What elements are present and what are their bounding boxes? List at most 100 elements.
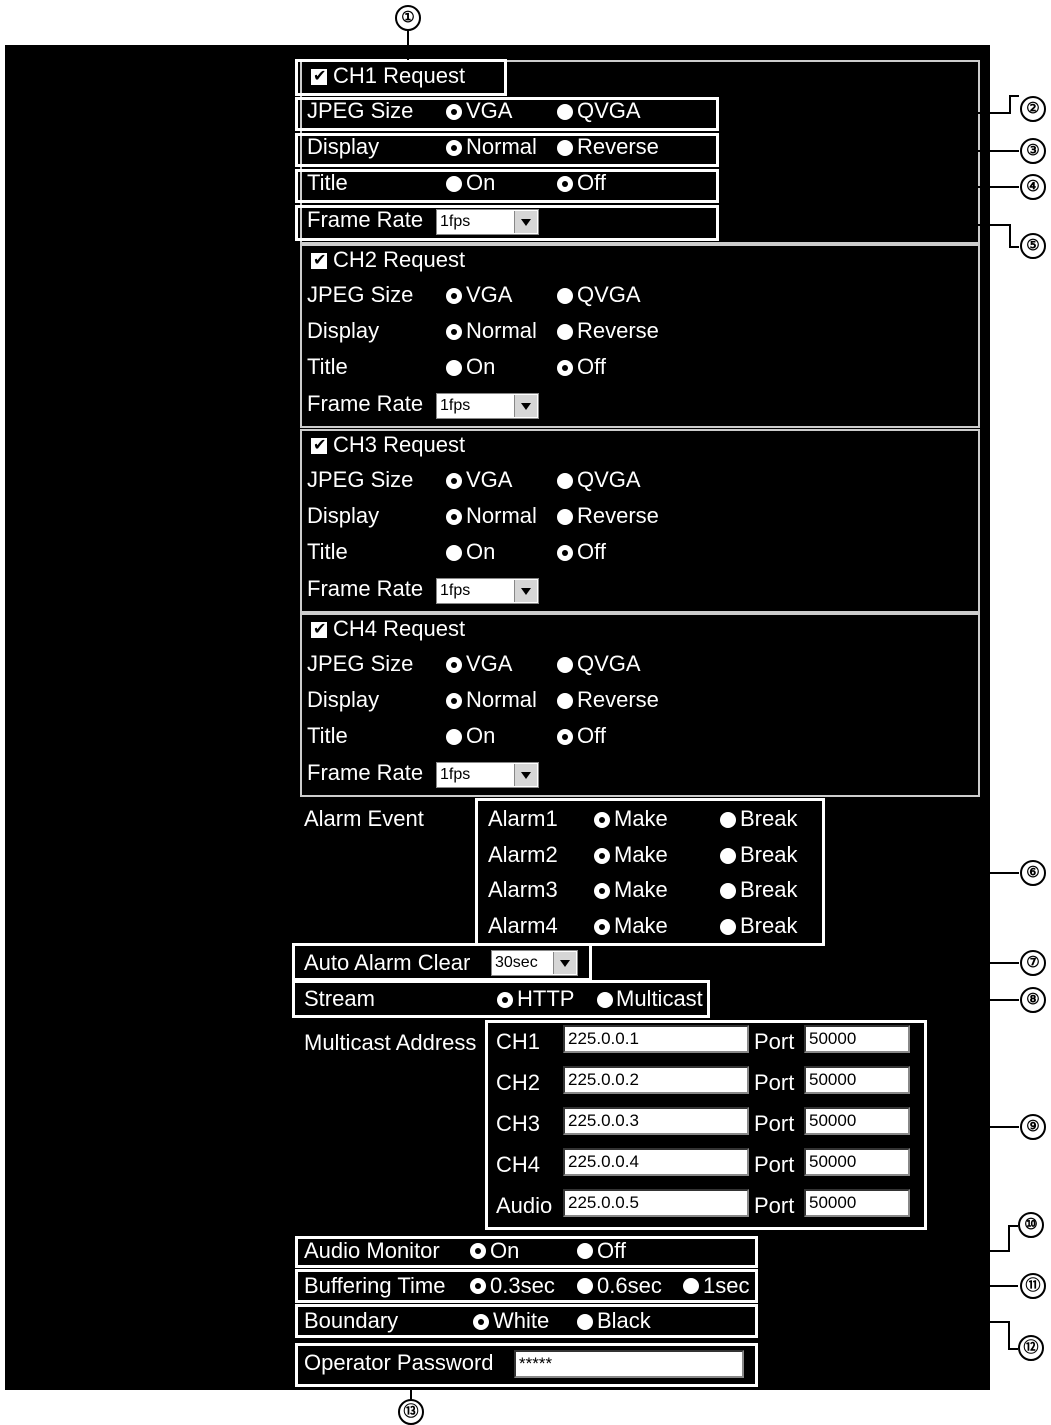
boundary-black-radio[interactable] [577,1314,593,1330]
jpeg-qvga-radio[interactable] [557,657,573,673]
select-value: 1fps [440,582,471,599]
title-off-radio[interactable] [557,729,573,745]
stream-multicast-radio[interactable] [597,992,613,1008]
boundary-black-label: Black [597,1308,651,1333]
multicast-address-input[interactable]: 225.0.0.3 [563,1107,749,1135]
ch4-request-label: CH4 Request [333,616,466,641]
alarm1-break-radio[interactable] [720,812,736,828]
display-normal-radio[interactable] [446,509,462,525]
callout-10-leader-t [1008,1225,1018,1227]
display-normal-radio[interactable] [446,693,462,709]
jpeg-vga-radio[interactable] [446,657,462,673]
boundary-white-label: White [493,1308,550,1333]
jpeg-qvga-radio[interactable] [557,288,573,304]
buffering-1-radio[interactable] [683,1278,699,1294]
buffering-time-label: Buffering Time [304,1273,446,1298]
callout-2-leader-t [1009,95,1019,97]
select-value: 1fps [440,397,471,414]
jpeg-vga-radio[interactable] [446,288,462,304]
buffering-0-3-radio[interactable] [470,1278,486,1294]
title-on-label: On [466,539,496,564]
display-normal-label: Normal [466,318,537,343]
callout-12-leader-v [1008,1321,1010,1348]
multicast-port-input[interactable]: 50000 [804,1107,910,1135]
frame-rate-select[interactable]: 1fps [436,578,539,604]
multicast-port-input[interactable]: 50000 [804,1148,910,1176]
stream-http-label: HTTP [517,986,575,1011]
ch2-request-checkbox[interactable] [311,250,327,269]
title-on-radio[interactable] [446,729,462,745]
callout-3-leader [719,150,1019,152]
callout-6-icon: ⑥ [1020,860,1046,886]
ch4-request-checkbox[interactable] [311,619,327,638]
callout-5-leader-t [1009,246,1019,248]
display-normal-radio[interactable] [446,324,462,340]
title-on-radio[interactable] [446,360,462,376]
multicast-port-input[interactable]: 50000 [804,1189,910,1217]
audio-monitor-label: Audio Monitor [304,1238,440,1263]
ch2-request-label: CH2 Request [333,247,466,272]
alarm4-make-radio[interactable] [594,919,610,935]
frame-rate-label: Frame Rate [307,760,424,785]
callout-6-leader [825,872,1019,874]
alarm1-make-radio[interactable] [594,812,610,828]
frame-rate-label: Frame Rate [307,576,424,601]
stream-http-radio[interactable] [497,992,513,1008]
audio-monitor-on-label: On [490,1238,520,1263]
auto-alarm-clear-label: Auto Alarm Clear [304,950,471,975]
stream-multicast-label: Multicast [616,986,703,1011]
callout-3-icon: ③ [1020,138,1046,164]
callout-12-leader-t [1008,1348,1018,1350]
callout-2-icon: ② [1020,96,1046,122]
alarm4-break-radio[interactable] [720,919,736,935]
auto-alarm-clear-select[interactable]: 30sec [491,950,578,976]
alarm-break-label: Break [740,877,798,902]
audio-monitor-off-radio[interactable] [577,1243,593,1259]
callout-10-leader-h [758,1250,1008,1252]
callout-10-icon: ⑩ [1018,1212,1044,1238]
title-off-radio[interactable] [557,545,573,561]
display-reverse-radio[interactable] [557,509,573,525]
alarm2-break-radio[interactable] [720,848,736,864]
title-label: Title [307,354,348,379]
title-on-radio[interactable] [446,545,462,561]
multicast-port-input[interactable]: 50000 [804,1066,910,1094]
multicast-address-input[interactable]: 225.0.0.1 [563,1025,749,1053]
frame-rate-select[interactable]: 1fps [436,762,539,788]
ch3-request-checkbox[interactable] [311,435,327,454]
buffering-0-6-radio[interactable] [577,1278,593,1294]
callout-4-icon: ④ [1020,174,1046,200]
title-off-radio[interactable] [557,360,573,376]
multicast-port-input[interactable]: 50000 [804,1025,910,1053]
title-off-label: Off [577,723,606,748]
boundary-white-radio[interactable] [473,1314,489,1330]
display-label: Display [307,318,380,343]
stream-label: Stream [304,986,375,1011]
display-reverse-radio[interactable] [557,693,573,709]
multicast-port-label: Port [754,1193,795,1218]
alarm3-make-radio[interactable] [594,883,610,899]
multicast-address-input[interactable]: 225.0.0.4 [563,1148,749,1176]
chevron-down-icon[interactable] [514,580,537,602]
title-on-label: On [466,354,496,379]
chevron-down-icon[interactable] [514,764,537,786]
select-value: 30sec [495,954,538,971]
jpeg-qvga-label: QVGA [577,282,641,307]
multicast-address-input[interactable]: 225.0.0.5 [563,1189,749,1217]
operator-password-input[interactable]: ***** [514,1350,744,1378]
jpeg-vga-radio[interactable] [446,473,462,489]
alarm3-break-radio[interactable] [720,883,736,899]
chevron-down-icon[interactable] [514,395,537,417]
frame-rate-select[interactable]: 1fps [436,393,539,419]
chevron-down-icon[interactable] [553,952,576,974]
multicast-address-label: Multicast Address [304,1030,477,1055]
frame-rate-label: Frame Rate [307,391,424,416]
ch1-frame-rate-highlight [295,205,719,241]
multicast-port-label: Port [754,1029,795,1054]
display-reverse-radio[interactable] [557,324,573,340]
jpeg-vga-label: VGA [466,651,513,676]
audio-monitor-on-radio[interactable] [470,1243,486,1259]
alarm2-make-radio[interactable] [594,848,610,864]
multicast-address-input[interactable]: 225.0.0.2 [563,1066,749,1094]
jpeg-qvga-radio[interactable] [557,473,573,489]
